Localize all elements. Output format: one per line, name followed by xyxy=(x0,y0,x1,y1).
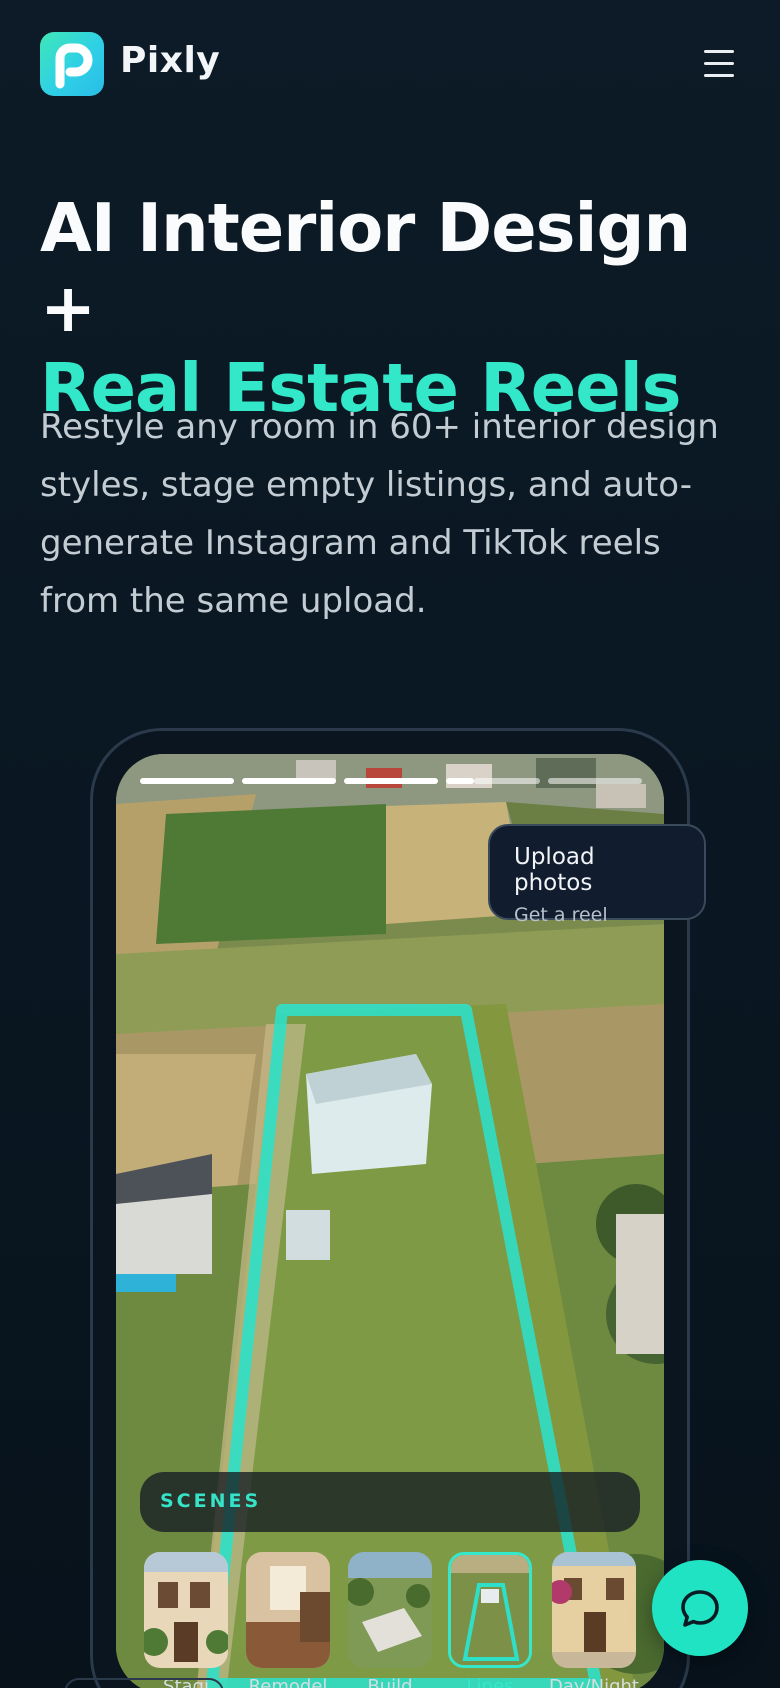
chat-button[interactable] xyxy=(652,1560,748,1656)
scene-label-day-night: Day/Night xyxy=(549,1676,639,1688)
scene-label-build: Build xyxy=(367,1676,413,1688)
hero-subtitle: Restyle any room in 60+ interior design … xyxy=(40,407,719,621)
scene-thumb-staging[interactable] xyxy=(144,1552,228,1668)
scenes-label: SCENES xyxy=(160,1490,262,1512)
story-progress-bar-4 xyxy=(446,778,474,784)
upload-card-subtitle: Get a reel xyxy=(514,904,608,926)
story-progress-bar-3 xyxy=(344,778,438,784)
lines-thumbnail-image xyxy=(451,1555,529,1665)
scene-thumb-lines[interactable] xyxy=(448,1552,532,1668)
pixly-logo[interactable] xyxy=(40,32,104,96)
brand-name[interactable]: Pixly xyxy=(120,40,220,81)
story-progress-bar-1 xyxy=(140,778,234,784)
logo-p-icon xyxy=(55,43,93,89)
scene-thumb-build[interactable] xyxy=(348,1552,432,1668)
hamburger-icon-bar xyxy=(704,50,734,53)
scene-thumb-day-night[interactable] xyxy=(552,1552,636,1668)
day-night-thumbnail-image xyxy=(552,1552,636,1668)
scenes-bar: SCENES xyxy=(140,1472,640,1532)
story-progress-bar-2 xyxy=(242,778,336,784)
chat-bubble-icon xyxy=(681,1590,719,1627)
scene-label-lines: Lines xyxy=(466,1676,514,1688)
remodel-thumbnail-image xyxy=(246,1552,330,1668)
build-thumbnail-image xyxy=(348,1552,432,1668)
hero-title: AI Interior Design + Real Estate Reels xyxy=(40,188,760,428)
story-progress-bar-5 xyxy=(548,778,642,784)
story-progress-bar-4-remaining xyxy=(474,778,540,784)
scene-label-remodel: Remodel xyxy=(248,1676,328,1688)
hamburger-icon-bar xyxy=(704,74,734,77)
site-header: Pixly xyxy=(0,0,780,128)
upload-card-title: Upload photos xyxy=(514,844,595,896)
staging-thumbnail-image xyxy=(144,1552,228,1668)
hero-title-line1: AI Interior Design + xyxy=(40,189,691,347)
scene-thumb-remodel[interactable] xyxy=(246,1552,330,1668)
upload-photos-card[interactable]: Upload photos Get a reel xyxy=(488,824,706,926)
bottom-pill-outline xyxy=(64,1678,224,1688)
hamburger-menu-button[interactable] xyxy=(700,46,740,82)
hamburger-icon-bar xyxy=(704,62,734,65)
